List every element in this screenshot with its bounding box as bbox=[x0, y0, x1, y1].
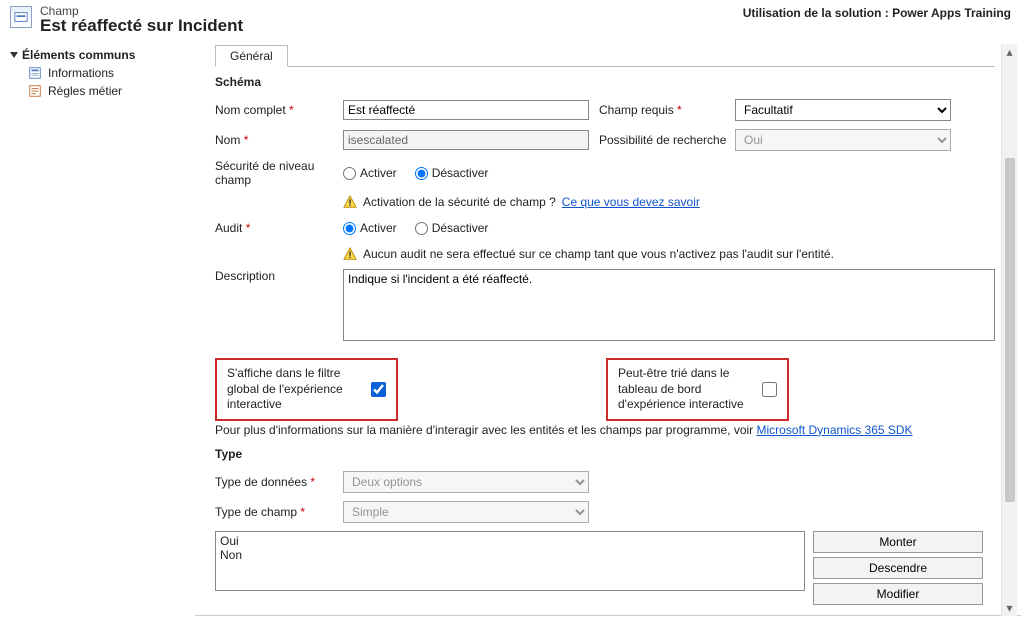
sidebar-group-label: Éléments communs bbox=[22, 48, 135, 62]
scroll-up-icon[interactable]: ▴ bbox=[1002, 44, 1017, 60]
searchable-select: Oui bbox=[735, 129, 951, 151]
sdk-link[interactable]: Microsoft Dynamics 365 SDK bbox=[757, 423, 913, 437]
sidebar-item-business-rules[interactable]: Règles métier bbox=[8, 82, 195, 100]
solution-label: Utilisation de la solution : Power Apps … bbox=[743, 4, 1011, 20]
audit-disable[interactable]: Désactiver bbox=[415, 221, 489, 235]
rules-icon bbox=[28, 84, 42, 98]
label-searchable: Possibilité de recherche bbox=[599, 133, 735, 147]
sortable-dashboard-checkbox[interactable] bbox=[762, 382, 777, 397]
sidebar-item-informations[interactable]: Informations bbox=[8, 64, 195, 82]
scroll-thumb[interactable] bbox=[1005, 158, 1015, 501]
highlight-sortable-dashboard: Peut-être trié dans le tableau de bord d… bbox=[606, 358, 789, 421]
warning-icon bbox=[343, 247, 357, 261]
label-name: Nom * bbox=[215, 133, 343, 147]
description-textarea[interactable] bbox=[343, 269, 995, 341]
sidebar: Éléments communs Informations Règles mét… bbox=[0, 44, 195, 616]
main-panel: Général Schéma Nom complet * Champ requi… bbox=[195, 44, 1021, 616]
label-description: Description bbox=[215, 269, 343, 283]
option-item[interactable]: Non bbox=[220, 548, 800, 562]
scroll-down-icon[interactable]: ▾ bbox=[1002, 600, 1017, 616]
section-schema-title: Schéma bbox=[215, 75, 995, 89]
tab-bar: Général bbox=[215, 44, 995, 67]
sidebar-item-label: Informations bbox=[48, 66, 114, 80]
sidebar-group-common[interactable]: Éléments communs bbox=[8, 48, 195, 62]
info-icon bbox=[28, 66, 42, 80]
requirement-select[interactable]: Facultatif bbox=[735, 99, 951, 121]
audit-warning: Aucun audit ne sera effectué sur ce cham… bbox=[343, 247, 995, 261]
section-type-title: Type bbox=[215, 447, 995, 461]
warning-icon bbox=[343, 195, 357, 209]
label-sortable-dashboard: Peut-être trié dans le tableau de bord d… bbox=[618, 366, 748, 413]
field-type-select: Simple bbox=[343, 501, 589, 523]
solution-name: Power Apps Training bbox=[892, 6, 1011, 20]
divider bbox=[195, 615, 1021, 616]
label-audit: Audit * bbox=[215, 221, 343, 235]
audit-enable[interactable]: Activer bbox=[343, 221, 397, 235]
label-field-type: Type de champ * bbox=[215, 505, 343, 519]
move-up-button[interactable]: Monter bbox=[813, 531, 983, 553]
option-item[interactable]: Oui bbox=[220, 534, 800, 548]
global-filter-checkbox[interactable] bbox=[371, 382, 386, 397]
field-icon bbox=[10, 6, 32, 28]
edit-button[interactable]: Modifier bbox=[813, 583, 983, 605]
field-security-warning: Activation de la sécurité de champ ? Ce … bbox=[343, 195, 995, 209]
label-global-filter: S'affiche dans le filtre global de l'exp… bbox=[227, 366, 357, 413]
name-input bbox=[343, 130, 589, 150]
solution-prefix: Utilisation de la solution : bbox=[743, 6, 892, 20]
chevron-down-icon bbox=[10, 52, 18, 58]
move-down-button[interactable]: Descendre bbox=[813, 557, 983, 579]
sidebar-item-label: Règles métier bbox=[48, 84, 122, 98]
page-header: Champ Est réaffecté sur Incident Utilisa… bbox=[0, 0, 1021, 44]
sdk-info-line: Pour plus d'informations sur la manière … bbox=[215, 423, 995, 437]
highlight-global-filter: S'affiche dans le filtre global de l'exp… bbox=[215, 358, 398, 421]
tab-general[interactable]: Général bbox=[215, 45, 288, 67]
label-field-security: Sécurité de niveau champ bbox=[215, 159, 343, 187]
display-name-input[interactable] bbox=[343, 100, 589, 120]
data-type-select: Deux options bbox=[343, 471, 589, 493]
field-security-disable[interactable]: Désactiver bbox=[415, 166, 489, 180]
label-display-name: Nom complet * bbox=[215, 103, 343, 117]
vertical-scrollbar[interactable]: ▴ ▾ bbox=[1001, 44, 1017, 616]
options-listbox[interactable]: Oui Non bbox=[215, 531, 805, 591]
field-security-link[interactable]: Ce que vous devez savoir bbox=[562, 195, 700, 209]
field-security-enable[interactable]: Activer bbox=[343, 166, 397, 180]
label-requirement: Champ requis * bbox=[599, 103, 735, 117]
label-data-type: Type de données * bbox=[215, 475, 343, 489]
page-title: Est réaffecté sur Incident bbox=[40, 16, 743, 36]
